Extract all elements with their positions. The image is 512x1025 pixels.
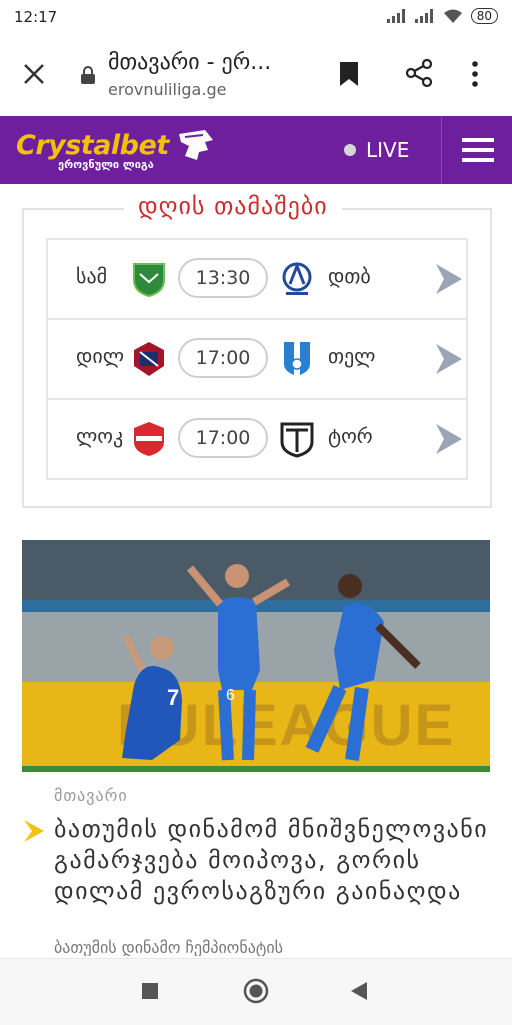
live-link[interactable]: LIVE — [344, 138, 409, 162]
crystalbet-logo[interactable]: Crystalbet ეროვნული ლიგა — [16, 128, 215, 171]
jersey-number: 6 — [226, 687, 235, 704]
browser-toolbar: მთავარი - ერ... erovnuliliga.ge — [0, 36, 512, 117]
away-crest-icon — [280, 422, 314, 458]
news-subtitle: ბათუმის დინამო ჩემპიონატის — [54, 938, 283, 956]
page-url[interactable]: erovnuliliga.ge — [108, 80, 226, 99]
back-icon[interactable] — [350, 981, 368, 1001]
home-crest-icon — [134, 342, 164, 376]
site-header: Crystalbet ეროვნული ლიგა LIVE — [0, 116, 512, 184]
away-team: დთბ — [328, 264, 371, 288]
menu-button[interactable] — [441, 116, 512, 184]
news-category[interactable]: მთავარი — [54, 786, 128, 805]
jersey-number: 7 — [167, 685, 179, 710]
match-row[interactable]: სამ 13:30 დთბ — [46, 238, 468, 320]
logo-text: Crystalbet — [16, 129, 169, 161]
chevron-right-icon[interactable] — [432, 342, 464, 376]
match-row[interactable]: ლოკ 17:00 ტორ — [46, 398, 468, 480]
match-time: 17:00 — [178, 338, 268, 378]
away-crest-icon — [282, 261, 312, 295]
news-headline[interactable]: ბათუმის დინამომ მნიშვნელოვანი გამარჯვება… — [54, 814, 494, 907]
match-time: 17:00 — [178, 418, 268, 458]
match-time: 13:30 — [178, 258, 268, 298]
away-team: თელ — [328, 344, 376, 368]
live-dot-icon — [344, 144, 356, 156]
status-icons: 80 — [386, 8, 498, 24]
more-options-icon[interactable] — [470, 60, 480, 88]
home-crest-icon — [134, 422, 164, 456]
close-icon[interactable] — [20, 60, 48, 88]
todays-games-panel: დღის თამაშები სამ 13:30 დთბ დილ 17:00 თე… — [22, 192, 492, 508]
logo-head-icon — [178, 130, 213, 160]
battery-icon: 80 — [470, 8, 498, 24]
chevron-right-icon[interactable] — [432, 422, 464, 456]
lock-icon — [81, 66, 95, 84]
news-bullet-icon — [24, 820, 44, 842]
home-icon[interactable] — [243, 978, 269, 1004]
android-nav-bar — [0, 958, 512, 1025]
section-title: დღის თამაშები — [124, 192, 342, 220]
recents-icon[interactable] — [142, 983, 158, 999]
signal-icon — [386, 9, 405, 23]
page-title: მთავარი - ერ... — [108, 50, 272, 75]
status-time: 12:17 — [14, 8, 58, 26]
hamburger-icon — [461, 138, 494, 162]
news-image[interactable]: EULEAGUE 7 6 — [22, 540, 490, 772]
share-icon[interactable] — [404, 58, 434, 88]
chevron-right-icon[interactable] — [432, 262, 464, 296]
home-team: ლოკ — [76, 424, 124, 448]
signal-icon — [414, 9, 433, 23]
bookmark-icon[interactable] — [338, 60, 360, 88]
live-label: LIVE — [366, 138, 410, 162]
home-team: სამ — [76, 264, 108, 288]
match-row[interactable]: დილ 17:00 თელ — [46, 318, 468, 400]
away-crest-icon — [284, 342, 310, 376]
away-team: ტორ — [328, 424, 373, 448]
news-photo: EULEAGUE 7 6 — [22, 540, 490, 772]
home-team: დილ — [76, 344, 124, 368]
wifi-icon — [443, 9, 462, 23]
home-crest-icon — [133, 263, 165, 298]
status-bar: 12:17 80 — [0, 0, 512, 36]
